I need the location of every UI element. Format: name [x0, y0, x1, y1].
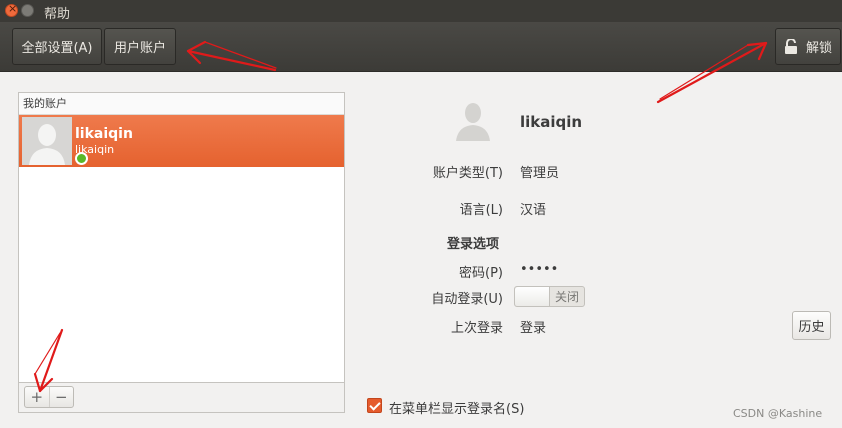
auto-login-label: 自动登录(U)	[431, 292, 503, 307]
account-type-label: 账户类型(T)	[432, 166, 503, 181]
unlock-label: 解锁	[806, 41, 833, 56]
unlock-button[interactable]: 解锁	[775, 28, 841, 65]
show-login-name-label[interactable]: 在菜单栏显示登录名(S)	[389, 398, 524, 417]
title-bar: 帮助	[0, 0, 842, 22]
language-label: 语言(L)	[459, 203, 503, 218]
account-row-selected[interactable]: likaiqin likaiqin	[19, 115, 344, 167]
watermark: CSDN @Kashine	[733, 407, 823, 420]
last-login-label: 上次登录	[450, 321, 503, 336]
close-window-button[interactable]	[5, 2, 18, 17]
account-name-heading[interactable]: likaiqin	[520, 113, 582, 131]
avatar	[22, 117, 72, 165]
last-login-value: 登录	[520, 321, 547, 336]
account-username: likaiqin	[75, 143, 115, 156]
account-list: 我的账户 likaiqin likaiqin	[18, 92, 345, 383]
unlock-icon	[785, 38, 797, 54]
switch-state-label: 关闭	[555, 290, 580, 304]
password-label: 密码(P)	[459, 266, 503, 281]
user-accounts-button[interactable]: 用户账户	[104, 28, 176, 65]
window-title: 帮助	[44, 7, 71, 22]
language-value[interactable]: 汉语	[520, 199, 546, 218]
add-user-button[interactable]: +	[25, 387, 50, 407]
minimize-window-button[interactable]	[21, 4, 34, 17]
remove-user-button[interactable]: −	[50, 387, 74, 407]
detail-avatar[interactable]	[452, 99, 494, 141]
user-silhouette-icon	[456, 103, 490, 141]
account-display-name: likaiqin	[75, 126, 133, 142]
account-type-value[interactable]: 管理员	[520, 162, 559, 181]
password-value[interactable]: •••••	[520, 262, 558, 277]
all-settings-button[interactable]: 全部设置(A)	[12, 28, 102, 65]
history-button[interactable]: 历史	[792, 311, 831, 340]
account-list-header: 我的账户	[19, 93, 344, 115]
login-options-heading: 登录选项	[447, 237, 500, 252]
user-silhouette-icon	[22, 117, 72, 165]
show-login-name-checkbox[interactable]	[367, 398, 382, 413]
auto-login-switch[interactable]: 关闭	[514, 286, 585, 307]
switch-knob	[515, 287, 550, 306]
toolbar: 全部设置(A) 用户账户 解锁	[0, 22, 842, 72]
add-remove-group: + −	[24, 386, 74, 408]
main-panel: 我的账户 likaiqin likaiqin + − likaiqin 账户类型…	[0, 73, 842, 428]
account-list-footer: + −	[18, 383, 345, 413]
